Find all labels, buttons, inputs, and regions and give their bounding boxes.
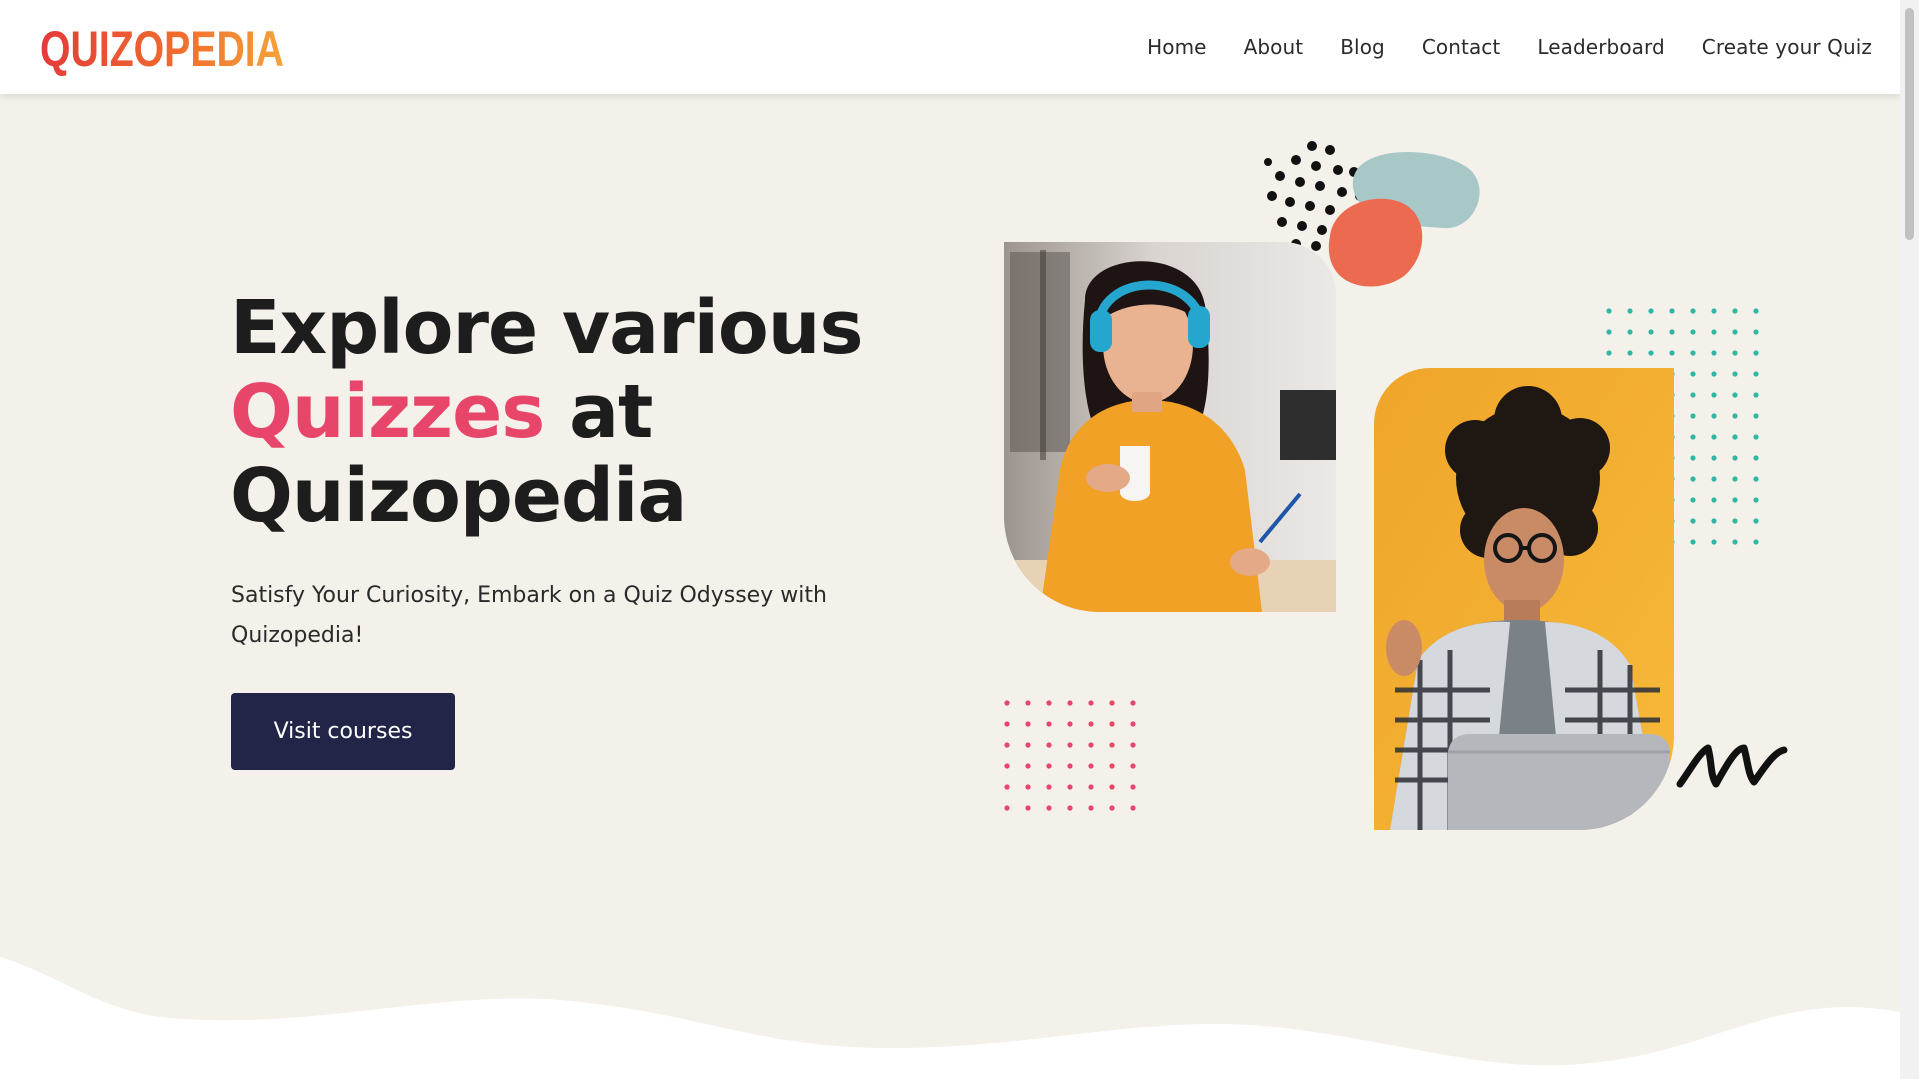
coral-blob [1328, 198, 1423, 287]
pink-dot-grid [1004, 700, 1136, 811]
svg-text:QUIZOPEDIA: QUIZOPEDIA [40, 21, 284, 76]
nav-create-quiz-link[interactable]: Create your Quiz [1702, 35, 1872, 59]
hero-title-after-highlight: at [544, 369, 653, 455]
nav-contact-link[interactable]: Contact [1422, 35, 1501, 59]
teal-dot-grid [1606, 308, 1759, 545]
hero-title-line3: Quizopedia [230, 453, 687, 539]
nav-leaderboard-link[interactable]: Leaderboard [1537, 35, 1664, 59]
hero-title: Explore various Quizzes at Quizopedia [230, 286, 863, 538]
student-guy-photo [1374, 368, 1674, 830]
nav-home-link[interactable]: Home [1147, 35, 1206, 59]
scrollbar-thumb[interactable] [1905, 8, 1914, 240]
student-girl-photo [1004, 242, 1336, 612]
nav-about-link[interactable]: About [1244, 35, 1304, 59]
hero-artwork [0, 141, 1900, 1079]
hero-subtitle: Satisfy Your Curiosity, Embark on a Quiz… [231, 583, 827, 648]
visit-courses-button[interactable]: Visit courses [231, 693, 455, 770]
grey-blue-blob [1352, 151, 1480, 229]
hero-title-line1: Explore various [230, 285, 863, 371]
hero-title-highlight: Quizzes [230, 369, 545, 455]
quizopedia-logo[interactable]: QUIZOPEDIA [40, 16, 300, 76]
site-header: QUIZOPEDIA Home About Blog Contact Leade… [0, 0, 1900, 94]
main-nav: Home About Blog Contact Leaderboard Crea… [1147, 0, 1872, 94]
bottom-wave [0, 957, 1900, 1079]
landing-page: QUIZOPEDIA Home About Blog Contact Leade… [0, 0, 1900, 1079]
black-dot-cluster [1264, 141, 1365, 251]
squiggle-doodle [1676, 744, 1788, 788]
nav-blog-link[interactable]: Blog [1340, 35, 1385, 59]
